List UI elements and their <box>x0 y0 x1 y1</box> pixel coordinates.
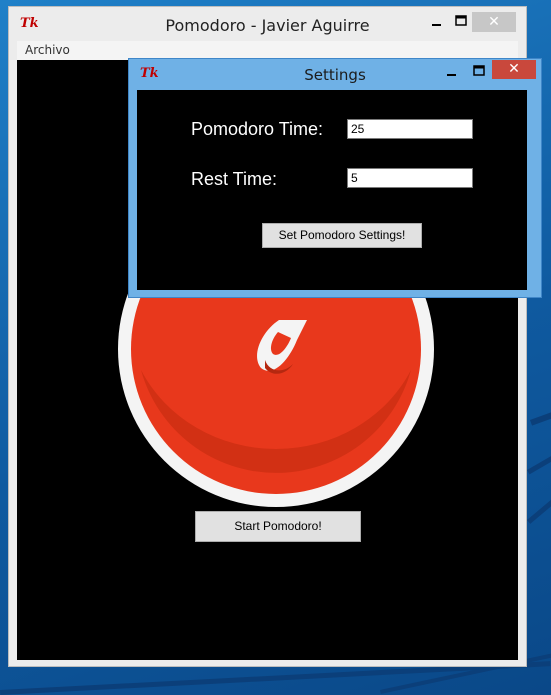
minimize-icon[interactable] <box>442 63 462 83</box>
close-icon[interactable]: ✕ <box>492 60 536 79</box>
pomodoro-time-input[interactable]: 25 <box>347 119 473 139</box>
set-pomodoro-settings-button[interactable]: Set Pomodoro Settings! <box>262 223 422 248</box>
rest-time-label: Rest Time: <box>191 169 278 189</box>
start-pomodoro-button[interactable]: Start Pomodoro! <box>195 511 361 542</box>
main-titlebar[interactable]: Tk Pomodoro - Javier Aguirre ✕ <box>9 7 526 41</box>
maximize-icon[interactable] <box>469 63 489 83</box>
rest-time-input[interactable]: 5 <box>347 168 473 188</box>
close-icon[interactable]: ✕ <box>472 12 516 32</box>
settings-body: Pomodoro Time: 25 Rest Time: 5 Set Pomod… <box>137 90 527 290</box>
menu-archivo[interactable]: Archivo <box>25 43 70 57</box>
maximize-icon[interactable] <box>447 13 475 33</box>
settings-window: Tk Settings ✕ Pomodoro Time: 25 Rest Tim… <box>128 58 542 298</box>
pomodoro-time-label: Pomodoro Time: <box>191 119 324 139</box>
